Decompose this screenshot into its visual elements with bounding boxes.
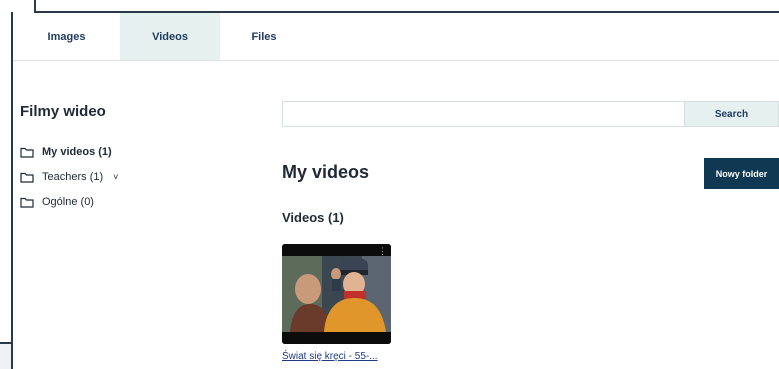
search-input[interactable] (282, 101, 684, 127)
more-options-icon[interactable]: ⋮ (378, 246, 387, 257)
videos-section-title: Videos (1) (282, 210, 344, 225)
page-title: My videos (282, 162, 370, 182)
sidebar-item-teachers[interactable]: Teachers (1) ˅ (20, 171, 118, 183)
folder-icon (20, 172, 34, 183)
tab-images[interactable]: Images (13, 13, 120, 60)
new-folder-button[interactable]: Nowy folder (704, 158, 779, 189)
video-title-link[interactable]: Świat się kręci - 55-... (282, 351, 378, 362)
sidebar-item-ogolne[interactable]: Ogólne (0) (20, 196, 94, 208)
frame-corner (0, 343, 11, 369)
sidebar-item-label: Ogólne (0) (42, 196, 94, 208)
frame-border-bottom (0, 342, 12, 344)
media-tabs: Images Videos Files (13, 13, 779, 61)
folder-icon (20, 147, 34, 158)
sidebar-item-my-videos[interactable]: My videos (1) (20, 146, 112, 158)
search-button[interactable]: Search (684, 101, 779, 127)
frame-border-left (11, 12, 13, 369)
sidebar-title: Filmy wideo (20, 103, 106, 120)
video-thumbnail-image (282, 244, 391, 344)
sidebar-item-label: My videos (1) (42, 146, 112, 158)
folder-icon (20, 197, 34, 208)
chevron-down-icon[interactable]: ˅ (113, 172, 118, 182)
video-thumbnail[interactable]: ⋮ (282, 244, 391, 344)
tab-files[interactable]: Files (220, 13, 308, 60)
tab-videos[interactable]: Videos (120, 13, 220, 60)
sidebar-item-label: Teachers (1) (42, 171, 104, 183)
